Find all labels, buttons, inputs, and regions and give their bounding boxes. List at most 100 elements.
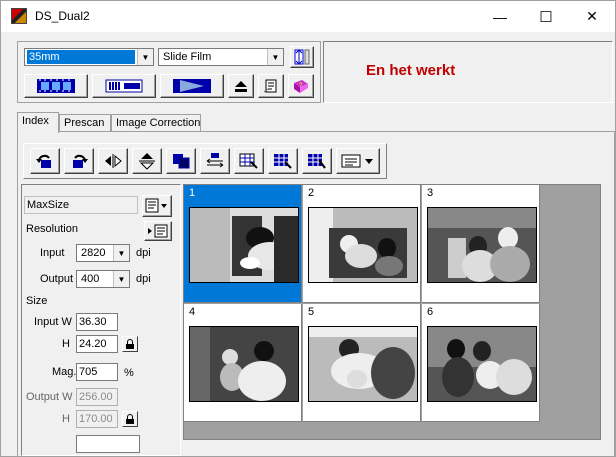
frame-thumbnail (189, 207, 299, 283)
film-type-select[interactable]: Slide Film ▼ (158, 48, 284, 66)
film-strip-icon (37, 79, 75, 93)
grid-select-icon (239, 153, 258, 169)
list-arrow-icon (148, 224, 168, 238)
scan-control-panel: 35mm ▼ Slide Film ▼ ? (17, 41, 321, 103)
frame-number: 5 (308, 306, 315, 318)
grid-row-icon (274, 154, 292, 169)
output-resolution-select[interactable]: 400 ▼ (76, 270, 130, 288)
input-resolution-select[interactable]: 2820 ▼ (76, 244, 130, 262)
film-holder-icon (105, 79, 143, 93)
input-dpi-unit: dpi (136, 247, 151, 259)
scan-button[interactable] (160, 74, 224, 98)
frame-number: 2 (308, 187, 315, 199)
window-title: DS_Dual2 (35, 9, 90, 23)
photo-thumbnail-4 (190, 327, 298, 401)
frame-number: 3 (427, 187, 434, 199)
help-book-icon: ? (294, 80, 308, 93)
frame-thumbnail (308, 326, 418, 402)
eject-icon (235, 81, 247, 92)
input-resolution-label: Input (40, 247, 65, 259)
photo-thumbnail-3 (428, 208, 536, 282)
grid-deselect-icon (308, 154, 326, 169)
frame-thumbnail (189, 326, 299, 402)
deselect-button[interactable] (302, 148, 332, 174)
eject-film-button[interactable] (92, 74, 156, 98)
output-width-field: 256.00 (76, 388, 118, 406)
frame-number: 6 (427, 306, 434, 318)
chevron-down-icon: ▼ (113, 271, 129, 287)
frame-cell[interactable]: 4 (184, 304, 302, 422)
title-bar: DS_Dual2 — ☐ ✕ (1, 1, 615, 32)
rotate-right-icon (73, 154, 88, 168)
swap-arrows-icon (206, 153, 224, 168)
size-label: Size (26, 295, 48, 307)
status-area: En het werkt (323, 41, 613, 103)
close-button[interactable]: ✕ (569, 1, 615, 32)
focus-button[interactable] (290, 46, 314, 68)
maximize-button[interactable]: ☐ (523, 1, 569, 32)
frame-thumbnail (427, 326, 537, 402)
magnification-label: Mag. (52, 366, 77, 378)
settings-panel: MaxSize Resolution Input 2820 ▼ dpi Outp… (21, 184, 181, 456)
tab-prescan[interactable]: Prescan (59, 114, 111, 132)
rotate-right-button[interactable] (64, 148, 94, 174)
input-height-label: H (62, 338, 70, 350)
status-message: En het werkt (366, 62, 456, 79)
photo-thumbnail-1 (190, 208, 298, 282)
photo-thumbnail-6 (428, 327, 536, 401)
input-resolution-value: 2820 (81, 247, 106, 259)
frame-cell[interactable]: 6 (422, 304, 540, 422)
focus-icon (294, 49, 310, 65)
scan-all-button[interactable] (24, 74, 88, 98)
flip-horizontal-button[interactable] (98, 148, 128, 174)
flip-vertical-icon (139, 153, 155, 170)
output-lock-button[interactable] (122, 411, 138, 427)
input-width-label: Input W (34, 316, 72, 328)
resolution-menu-button[interactable] (144, 221, 172, 241)
minimize-button[interactable]: — (477, 1, 523, 32)
app-window: DS_Dual2 — ☐ ✕ 35mm ▼ Slide Film ▼ ? En … (0, 0, 616, 457)
eject-button[interactable] (228, 74, 254, 98)
resolution-label: Resolution (26, 223, 78, 235)
lock-icon (126, 414, 134, 424)
index-toolbar (23, 143, 387, 179)
partial-field[interactable] (76, 435, 140, 453)
rotate-left-button[interactable] (30, 148, 60, 174)
tab-image-correction[interactable]: Image Correction (111, 114, 201, 132)
photo-thumbnail-2 (309, 208, 417, 282)
lock-icon (126, 339, 134, 349)
preset-menu-button[interactable] (142, 195, 172, 217)
output-resolution-value: 400 (81, 273, 100, 285)
frame-number: 4 (189, 306, 196, 318)
select-all-button[interactable] (234, 148, 264, 174)
document-icon (263, 79, 277, 93)
input-height-field[interactable]: 24.20 (76, 335, 118, 353)
help-button[interactable]: ? (288, 74, 314, 98)
view-options-button[interactable] (336, 148, 380, 174)
output-width-label: Output W (26, 391, 73, 403)
frame-cell[interactable]: 3 (422, 185, 540, 303)
film-size-select[interactable]: 35mm ▼ (24, 48, 154, 66)
film-type-value: Slide Film (163, 51, 212, 63)
chevron-down-icon: ▼ (137, 49, 153, 65)
swap-frames-button[interactable] (200, 148, 230, 174)
select-row-button[interactable] (268, 148, 298, 174)
flip-vertical-button[interactable] (132, 148, 162, 174)
frame-thumbnail (427, 207, 537, 283)
negative-positive-button[interactable] (166, 148, 196, 174)
tab-index[interactable]: Index (17, 112, 59, 133)
frame-cell[interactable]: 5 (303, 304, 421, 422)
output-resolution-label: Output (40, 273, 74, 285)
magnification-field[interactable]: 705 (76, 363, 118, 381)
input-width-field[interactable]: 36.30 (76, 313, 118, 331)
input-lock-button[interactable] (122, 336, 138, 352)
preferences-button[interactable] (258, 74, 284, 98)
flip-horizontal-icon (105, 154, 122, 168)
output-height-label: H (62, 413, 70, 425)
frame-cell[interactable]: 2 (303, 185, 421, 303)
list-dropdown-icon (145, 198, 167, 213)
chevron-down-icon: ▼ (267, 49, 283, 65)
output-dpi-unit: dpi (136, 273, 151, 285)
frame-cell[interactable]: 1 (184, 185, 302, 303)
frame-thumbnail (308, 207, 418, 283)
